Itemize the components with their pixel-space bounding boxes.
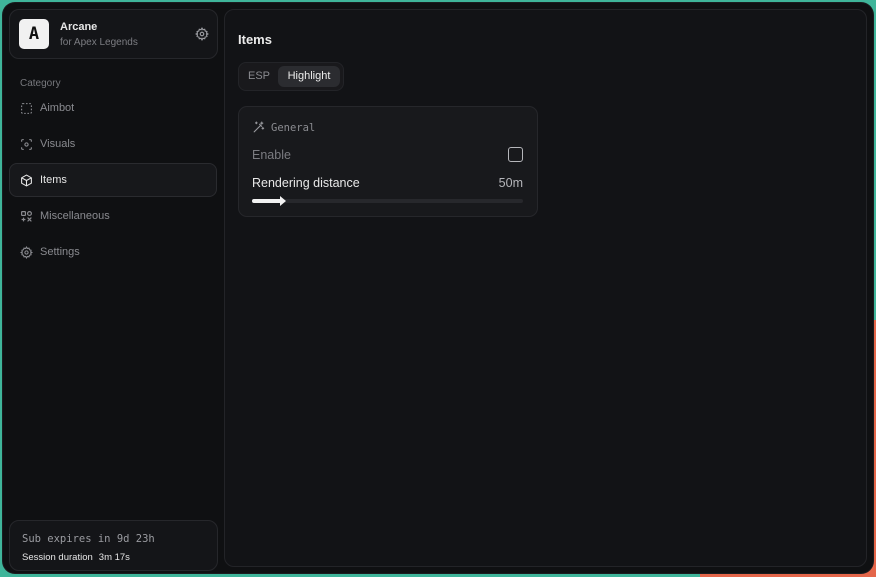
session-value: 3m 17s [98, 552, 130, 563]
subscription-card: Sub expires in 9d 23h Session duration 3m… [9, 520, 218, 571]
sidebar-item-label: Items [40, 174, 67, 186]
app-subtitle: for Apex Legends [60, 37, 138, 48]
brand-card: A Arcane for Apex Legends [9, 9, 218, 59]
slider-fill [252, 199, 282, 203]
sidebar-item-label: Aimbot [40, 102, 75, 114]
session-label: Session duration [22, 552, 93, 563]
scan-dashed-icon [20, 102, 33, 115]
sidebar: A Arcane for Apex Legends Category Aimbo… [8, 8, 223, 571]
magic-wand-icon [252, 121, 265, 134]
sidebar-item-label: Miscellaneous [40, 210, 110, 222]
subscription-status: Sub expires in 9d 23h [22, 533, 155, 545]
session-duration: Session duration 3m 17s [22, 552, 130, 563]
tab-highlight[interactable]: Highlight [278, 66, 340, 87]
sidebar-item-label: Visuals [40, 138, 76, 150]
tab-esp[interactable]: ESP [245, 66, 273, 87]
scan-eye-icon [20, 138, 33, 151]
rendering-distance-slider[interactable] [252, 196, 523, 206]
box-icon [20, 174, 33, 187]
rendering-distance-value: 50m [498, 176, 523, 190]
app-name: Arcane [60, 21, 98, 33]
category-label: Category [20, 78, 61, 89]
card-title: General [271, 121, 316, 134]
sidebar-item-label: Settings [40, 246, 80, 258]
sidebar-item-aimbot[interactable]: Aimbot [9, 91, 217, 125]
sidebar-item-settings[interactable]: Settings [9, 235, 217, 269]
rendering-distance-label: Rendering distance [252, 176, 360, 190]
sidebar-nav: Aimbot Visuals Items Miscellaneous Setti… [9, 91, 217, 271]
grid-tools-icon [20, 210, 33, 223]
gear-icon [20, 245, 33, 259]
card-header: General [252, 121, 315, 134]
app-logo: A [19, 19, 49, 49]
main-panel: Items ESP Highlight General Enable Rende… [224, 9, 867, 567]
sidebar-item-visuals[interactable]: Visuals [9, 127, 217, 161]
gear-icon[interactable] [194, 27, 210, 41]
general-card: General Enable Rendering distance 50m [238, 106, 538, 217]
tab-bar: ESP Highlight [238, 62, 344, 91]
app-window: A Arcane for Apex Legends Category Aimbo… [3, 3, 873, 573]
sidebar-item-miscellaneous[interactable]: Miscellaneous [9, 199, 217, 233]
enable-checkbox[interactable] [508, 147, 523, 162]
slider-handle[interactable] [279, 196, 286, 206]
enable-label: Enable [252, 148, 291, 162]
page-title: Items [238, 32, 272, 47]
sidebar-item-items[interactable]: Items [9, 163, 217, 197]
